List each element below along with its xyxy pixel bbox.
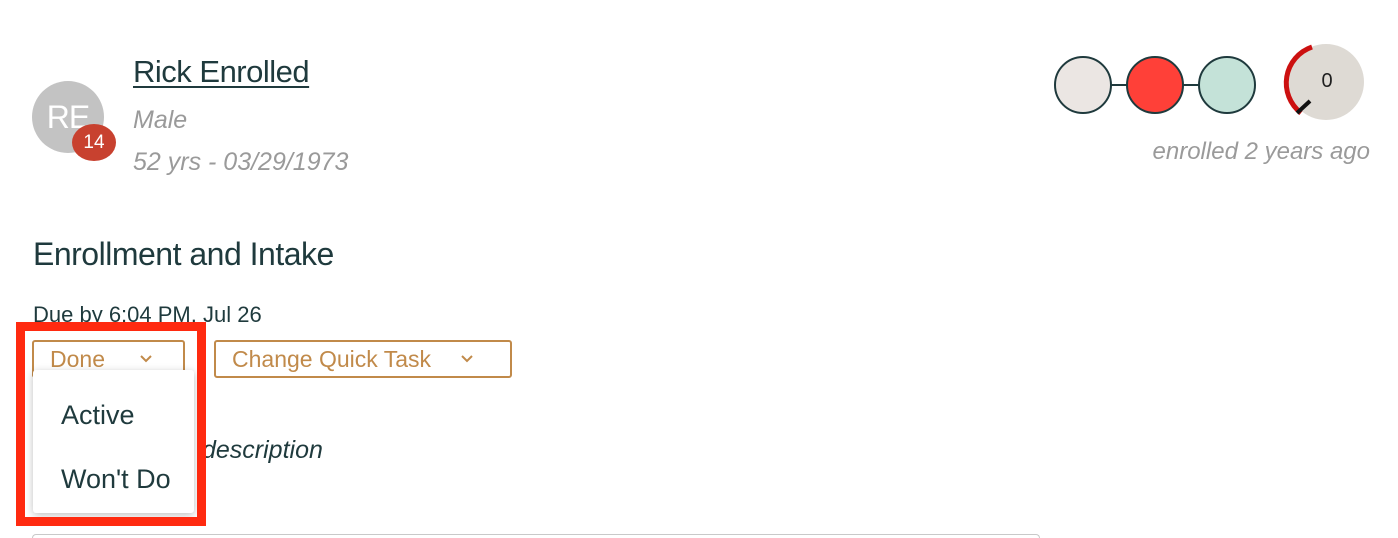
change-quick-task-button[interactable]: Change Quick Task — [214, 340, 512, 378]
patient-age-dob: 52 yrs - 03/29/1973 — [133, 148, 349, 176]
status-button-label: Done — [50, 345, 105, 372]
status-dot-2[interactable] — [1126, 56, 1184, 114]
patient-name-link[interactable]: Rick Enrolled — [133, 54, 310, 90]
task-description: description — [202, 436, 323, 464]
task-title: Enrollment and Intake — [33, 236, 334, 272]
status-progress — [1054, 56, 1258, 114]
menu-item-wont-do[interactable]: Won't Do — [61, 464, 171, 495]
menu-item-active[interactable]: Active — [61, 400, 135, 431]
status-dropdown-menu: Active Won't Do — [33, 370, 194, 513]
count-badge: 14 — [72, 124, 116, 161]
quick-task-button-label: Change Quick Task — [232, 345, 432, 372]
count-badge-value: 14 — [83, 131, 105, 153]
chevron-down-icon — [461, 355, 473, 363]
chevron-down-icon — [140, 355, 152, 363]
patient-sex: Male — [133, 106, 188, 134]
gauge-value: 0 — [1321, 70, 1333, 92]
notes-field-edge[interactable] — [32, 534, 1040, 538]
status-dot-3[interactable] — [1198, 56, 1256, 114]
enrolled-time: enrolled 2 years ago — [1152, 138, 1370, 165]
status-dot-1[interactable] — [1054, 56, 1112, 114]
due-date: Due by 6:04 PM, Jul 26 — [33, 302, 262, 327]
